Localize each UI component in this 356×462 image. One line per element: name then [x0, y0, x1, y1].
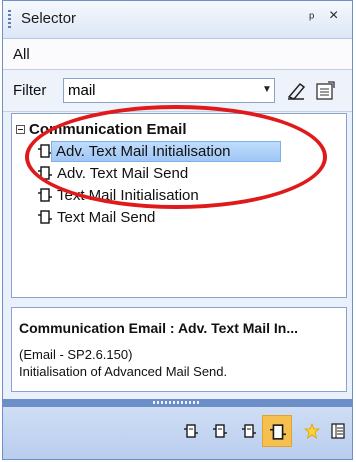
function-block-icon	[38, 188, 52, 202]
tree-item[interactable]: Adv. Text Mail Initialisation	[30, 141, 330, 163]
list-view-icon	[331, 423, 345, 439]
all-bar[interactable]: All	[3, 39, 352, 70]
eraser-icon[interactable]	[286, 81, 306, 101]
details-title: Communication Email : Adv. Text Mail In.…	[19, 320, 298, 336]
view-button[interactable]	[179, 416, 203, 446]
pin-icon[interactable]: ᵖ	[309, 9, 314, 25]
filter-bar: Filter ▼	[3, 70, 352, 112]
drag-grip-icon[interactable]	[8, 10, 11, 30]
tree-item[interactable]: Text Mail Send	[30, 207, 330, 229]
pane-splitter[interactable]	[3, 399, 352, 407]
tree-item[interactable]: Text Mail Initialisation	[30, 185, 330, 207]
tree-item[interactable]: Adv. Text Mail Send	[30, 163, 330, 185]
function-block-icon	[184, 424, 198, 438]
favorites-button[interactable]	[300, 416, 324, 446]
block-tree[interactable]: Communication Email Adv. Text Mail Initi…	[11, 113, 347, 298]
dropdown-arrow-icon[interactable]: ▼	[262, 84, 272, 95]
panel-title: Selector	[21, 10, 77, 27]
function-block-icon	[213, 424, 227, 438]
splitter-grip-icon	[153, 401, 201, 404]
tree-item-label: Text Mail Send	[57, 209, 156, 226]
bottom-toolbar	[3, 407, 352, 459]
tree-item-label: Adv. Text Mail Initialisation	[51, 141, 281, 162]
collapse-toggle-icon[interactable]	[16, 125, 25, 134]
tree-group-row[interactable]: Communication Email	[12, 119, 342, 141]
details-version: (Email - SP2.6.150)	[19, 347, 133, 362]
filter-input[interactable]	[63, 78, 275, 103]
tree-item-label: Adv. Text Mail Send	[57, 165, 189, 182]
function-block-icon	[38, 210, 52, 224]
properties-icon[interactable]	[314, 80, 336, 102]
details-description: Initialisation of Advanced Mail Send.	[19, 364, 228, 379]
favorites-star-icon	[304, 423, 320, 439]
details-pane: Communication Email : Adv. Text Mail In.…	[11, 307, 347, 392]
function-block-icon	[38, 166, 52, 180]
close-icon[interactable]: ×	[329, 7, 338, 25]
tree-item-label: Text Mail Initialisation	[57, 187, 199, 204]
function-block-icon	[38, 144, 52, 158]
view-button[interactable]	[208, 416, 232, 446]
view-button-active[interactable]	[262, 415, 292, 447]
view-button[interactable]	[237, 416, 261, 446]
list-view-button[interactable]	[326, 416, 350, 446]
function-block-active-icon	[270, 424, 286, 440]
all-label[interactable]: All	[13, 46, 30, 63]
panel-titlebar[interactable]: Selector ᵖ ×	[3, 1, 352, 39]
function-block-icon	[242, 424, 256, 438]
filter-label: Filter	[13, 82, 47, 99]
tree-group-label: Communication Email	[29, 121, 187, 138]
selector-panel: Selector ᵖ × All Filter ▼ Communication …	[2, 0, 353, 460]
